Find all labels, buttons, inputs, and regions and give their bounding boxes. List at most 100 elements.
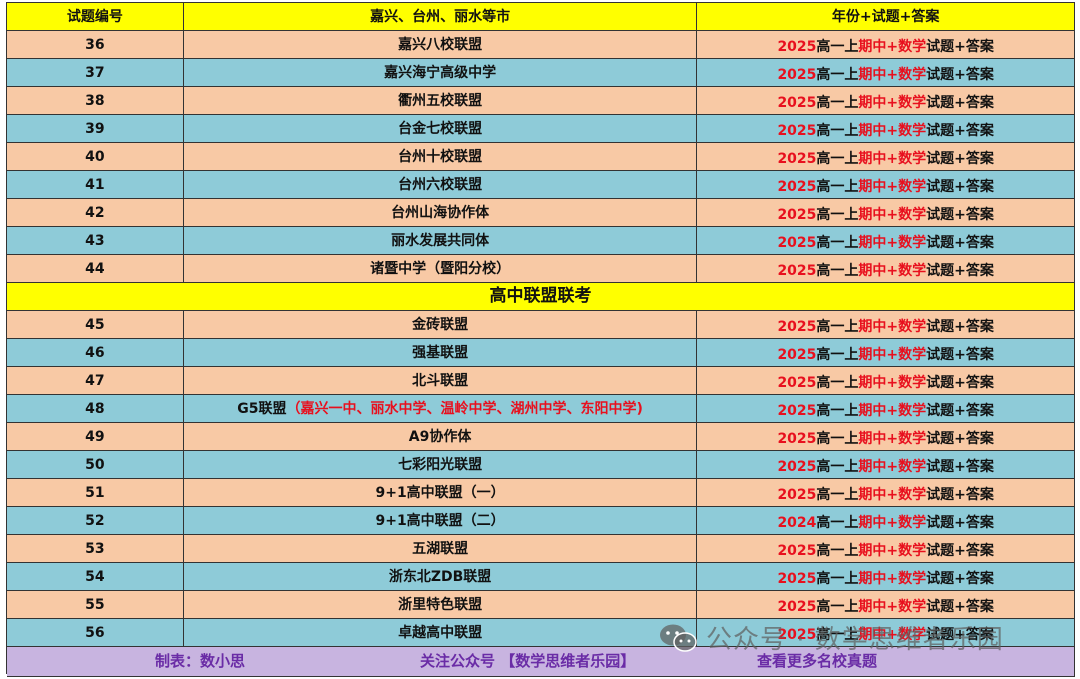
footer-follow: 关注公众号 【数学思维者乐园】: [420, 652, 636, 670]
answer-rest: 试题+答案: [926, 235, 994, 251]
answer-year: 2025: [777, 123, 817, 139]
answer-rest: 试题+答案: [926, 151, 994, 167]
row-number: 40: [7, 143, 184, 171]
answer-term: 期中: [858, 263, 887, 279]
answer-rest: 试题+答案: [926, 263, 994, 279]
answer-grade: 高一上: [816, 543, 859, 559]
row-exam-name: 卓越高中联盟: [183, 619, 698, 647]
answer-year: 2025: [777, 207, 817, 223]
answer-grade: 高一上: [816, 515, 859, 531]
answer-plus: +: [886, 123, 899, 139]
table-row: 43 丽水发展共同体 2025 高一上 期中 + 数学 试题+答案: [7, 227, 1075, 255]
row-exam-name: 北斗联盟: [183, 367, 698, 395]
answer-year: 2025: [777, 95, 817, 111]
exam-name: 衢州五校联盟: [398, 92, 483, 109]
exam-name: 台金七校联盟: [398, 120, 483, 137]
row-answer-label: 2025 高一上 期中 + 数学 试题+答案: [697, 59, 1075, 87]
answer-rest: 试题+答案: [926, 207, 994, 223]
exam-name: 浙东北ZDB联盟: [388, 568, 492, 585]
answer-rest: 试题+答案: [926, 515, 994, 531]
table-row: 48 G5联盟 （嘉兴一中、丽水中学、温岭中学、湖州中学、东阳中学) 2025 高一上期…: [7, 395, 1075, 423]
row-answer-label: 2025 高一上 期中 + 数学 试题+答案: [697, 619, 1075, 647]
answer-subject: 数学: [898, 95, 927, 111]
answer-plus: +: [886, 431, 899, 447]
table-row: 47 北斗联盟 2025 高一上 期中 + 数学 试题+答案: [7, 367, 1075, 395]
row-number: 36: [7, 31, 184, 59]
table-row: 52 9+1高中联盟（二） 2024 高一上 期中 + 数学 试题+答案: [7, 507, 1075, 535]
row-number: 52: [7, 507, 184, 535]
answer-plus: +: [886, 347, 899, 363]
answer-year: 2025: [777, 235, 817, 251]
exam-name: 金砖联盟: [412, 316, 469, 333]
answer-term: 期中: [858, 375, 887, 391]
row-exam-name: 浙里特色联盟: [183, 591, 698, 619]
row-exam-name: 台金七校联盟: [183, 115, 698, 143]
answer-grade: 高一上: [816, 67, 859, 83]
row-number: 51: [7, 479, 184, 507]
footer-more: 查看更多名校真题: [757, 652, 878, 670]
answer-grade: 高一上: [816, 319, 859, 335]
answer-plus: +: [886, 515, 899, 531]
answer-plus: +: [886, 95, 899, 111]
table-row: 50 七彩阳光联盟 2025 高一上 期中 + 数学 试题+答案: [7, 451, 1075, 479]
answer-term: 期中: [858, 67, 887, 83]
group-1-rows: 36 嘉兴八校联盟 2025 高一上 期中 + 数学 试题+答案 37 嘉兴海宁高级中学 2025 高…: [7, 31, 1075, 283]
row-number: 54: [7, 563, 184, 591]
row-number: 37: [7, 59, 184, 87]
exam-name: 北斗联盟: [412, 372, 469, 389]
answer-plus: +: [886, 207, 899, 223]
row-answer-label: 2025 高一上 期中 + 数学 试题+答案: [697, 423, 1075, 451]
table-row: 40 台州十校联盟 2025 高一上 期中 + 数学 试题+答案: [7, 143, 1075, 171]
header-number: 试题编号: [7, 3, 184, 31]
answer-rest: 试题+答案: [926, 95, 994, 111]
row-exam-name: 强基联盟: [183, 339, 698, 367]
answer-year: 2025: [777, 571, 817, 587]
exam-name: 浙里特色联盟: [398, 596, 483, 613]
answer-year: 2025: [777, 151, 817, 167]
footer-bar: 制表：数小思 关注公众号 【数学思维者乐园】 查看更多名校真题: [7, 647, 1075, 677]
answer-term: 期中: [858, 179, 887, 195]
row-answer-label: 2025 高一上 期中 + 数学 试题+答案: [697, 255, 1075, 283]
answer-plus: +: [886, 39, 899, 55]
answer-plus: +: [886, 263, 899, 279]
answer-year: 2025: [777, 487, 817, 503]
answer-plus: +: [886, 543, 899, 559]
row-exam-name: 9+1高中联盟（一）: [183, 479, 698, 507]
answer-term: 期中: [858, 487, 887, 503]
answer-subject: 数学: [898, 151, 927, 167]
answer-grade: 高一上: [816, 347, 859, 363]
answer-plus: +: [886, 487, 899, 503]
table-row: 36 嘉兴八校联盟 2025 高一上 期中 + 数学 试题+答案: [7, 31, 1075, 59]
exam-name: 台州山海协作体: [391, 204, 490, 221]
row-answer-label: 2025 高一上 期中 + 数学 试题+答案: [697, 563, 1075, 591]
row-exam-name: 9+1高中联盟（二）: [183, 507, 698, 535]
answer-grade: 高一上: [816, 151, 859, 167]
exam-name: 台州六校联盟: [398, 176, 483, 193]
table-row: 44 诸暨中学（暨阳分校） 2025 高一上 期中 + 数学 试题+答案: [7, 255, 1075, 283]
answer-year: 2025: [777, 319, 817, 335]
table-row: 51 9+1高中联盟（一） 2025 高一上 期中 + 数学 试题+答案: [7, 479, 1075, 507]
row-number: 53: [7, 535, 184, 563]
row-answer-label: 2025 高一上 期中 + 数学 试题+答案: [697, 395, 1075, 423]
answer-year: 2024: [777, 515, 817, 531]
answer-year: 2025: [777, 599, 817, 615]
answer-year: 2025: [777, 627, 817, 643]
answer-grade: 高一上: [816, 263, 859, 279]
section-title: 高中联盟联考: [7, 283, 1075, 311]
exam-name: 台州十校联盟: [398, 148, 483, 165]
answer-plus: +: [886, 571, 899, 587]
table-row: 41 台州六校联盟 2025 高一上 期中 + 数学 试题+答案: [7, 171, 1075, 199]
table-row: 42 台州山海协作体 2025 高一上 期中 + 数学 试题+答案: [7, 199, 1075, 227]
row-answer-label: 2025 高一上 期中 + 数学 试题+答案: [697, 199, 1075, 227]
answer-plus: +: [886, 319, 899, 335]
answer-grade: 高一上: [816, 235, 859, 251]
answer-plus: +: [886, 67, 899, 83]
table-row: 54 浙东北ZDB联盟 2025 高一上 期中 + 数学 试题+答案: [7, 563, 1075, 591]
answer-subject: 数学: [898, 487, 927, 503]
row-number: 49: [7, 423, 184, 451]
header-region: 嘉兴、台州、丽水等市: [183, 3, 698, 31]
answer-subject: 数学: [898, 543, 927, 559]
answer-term: 期中: [858, 403, 887, 419]
table-row: 45 金砖联盟 2025 高一上 期中 + 数学 试题+答案: [7, 311, 1075, 339]
answer-grade: 高一上: [816, 39, 859, 55]
